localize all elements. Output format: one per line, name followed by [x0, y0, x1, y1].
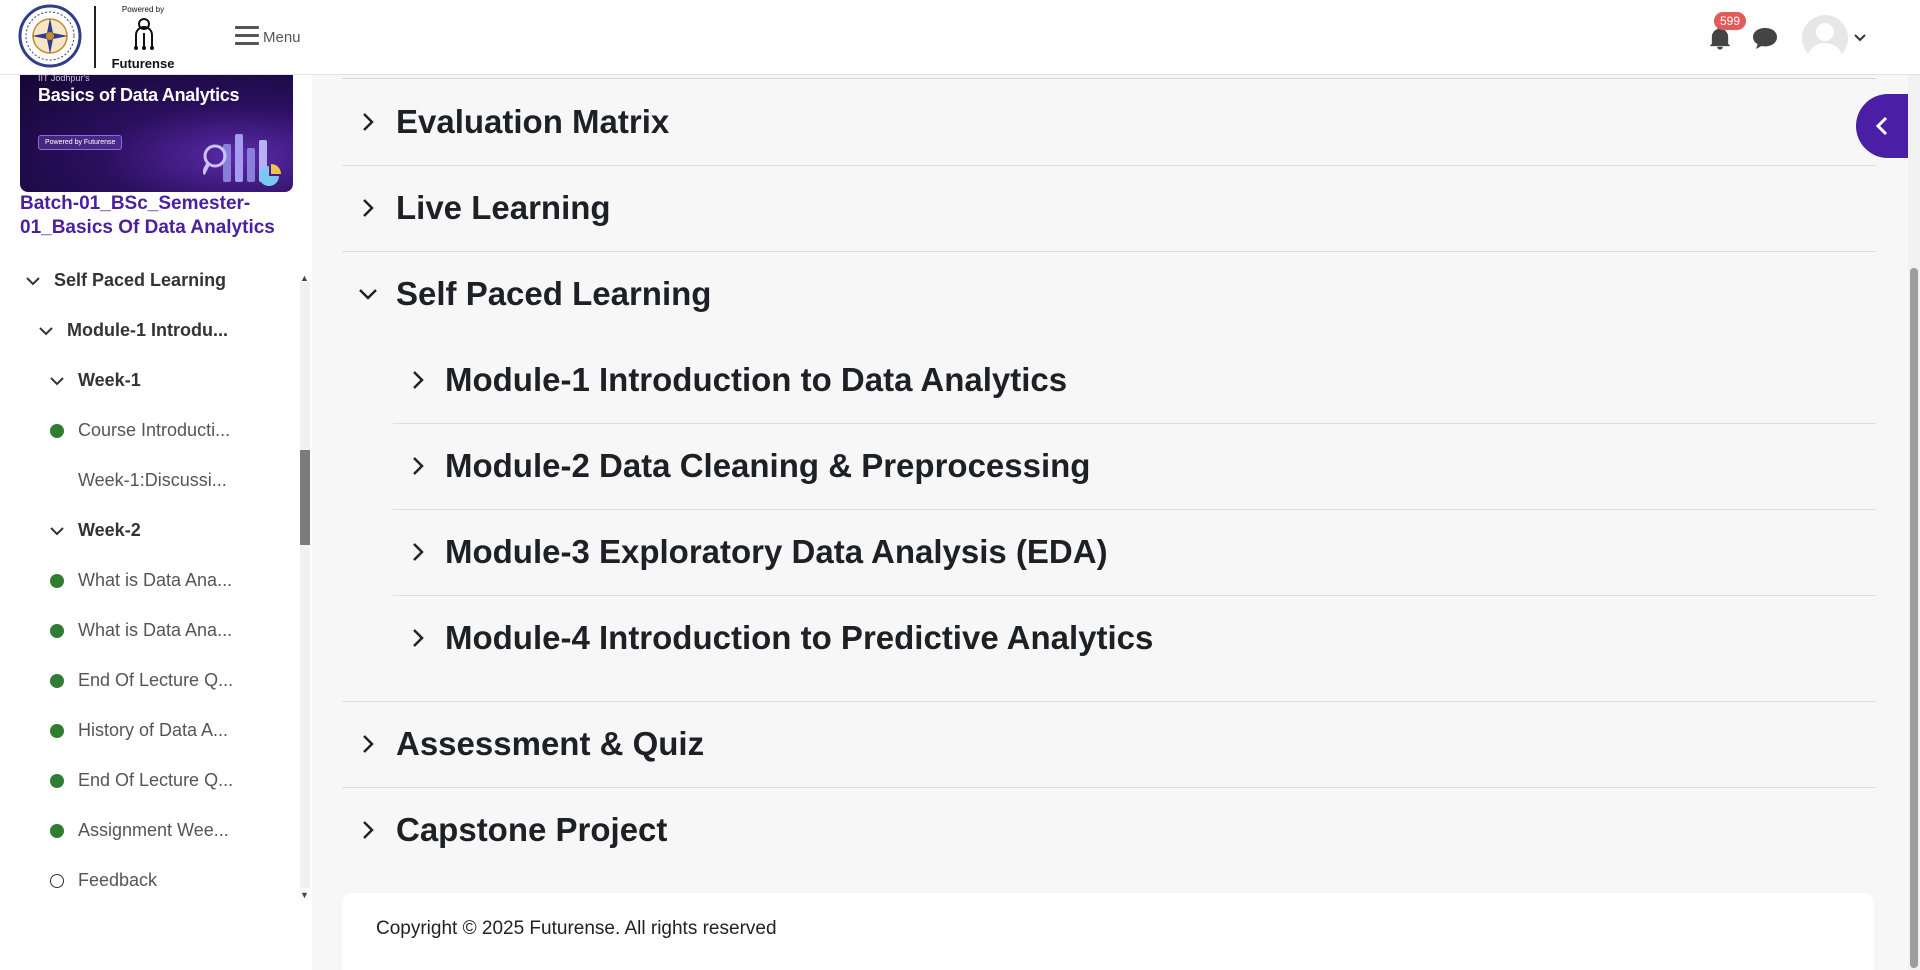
banner-kicker: IIT Jodhpur's: [38, 75, 90, 83]
futurense-mark-icon: [134, 18, 154, 50]
sidebar-item-label: Self Paced Learning: [54, 270, 227, 290]
menu-label: Menu: [263, 28, 301, 46]
chevron-down-icon[interactable]: [39, 326, 53, 336]
sidebar-item-week-1[interactable]: Week-1: [50, 370, 141, 391]
user-silhouette-icon: [1807, 23, 1843, 61]
sidebar-item-label: Week-2: [78, 520, 141, 540]
sidebar-item-label: Feedback: [78, 870, 158, 890]
module-title: Module-4 Introduction to Predictive Anal…: [445, 619, 1154, 656]
sidebar-item-week-1-discussion[interactable]: Week-1:Discussi...: [78, 470, 227, 491]
sidebar-item-what-is-data-analytics-1[interactable]: What is Data Ana...: [50, 570, 232, 591]
scroll-down-arrow-icon[interactable]: ▼: [300, 890, 309, 900]
messages-button[interactable]: [1751, 26, 1779, 50]
sidebar-item-label: Module-1 Introdu...: [67, 320, 228, 340]
page-footer: Copyright © 2025 Futurense. All rights r…: [342, 893, 1874, 970]
sidebar-item-week-2[interactable]: Week-2: [50, 520, 141, 541]
module-4-predictive-analytics[interactable]: Module-4 Introduction to Predictive Anal…: [393, 595, 1876, 681]
banner-title: Basics of Data Analytics: [38, 85, 240, 105]
sidebar-item-history-of-data-analytics[interactable]: History of Data A...: [50, 720, 228, 741]
sidebar-item-label: End Of Lecture Q...: [78, 670, 234, 690]
top-navbar: Powered by Futurense Menu 599: [0, 0, 1920, 75]
analytics-chart-icon: [203, 134, 281, 186]
course-title-link[interactable]: Batch-01_BSc_Semester-01_Basics Of Data …: [20, 192, 300, 240]
sidebar-item-label: History of Data A...: [78, 720, 229, 740]
completed-dot-icon: [50, 773, 64, 788]
chevron-down-icon[interactable]: [50, 376, 64, 386]
chevron-right-icon[interactable]: [407, 628, 429, 648]
sidebar-item-label: Assignment Wee...: [78, 820, 229, 840]
completed-dot-icon: [50, 673, 64, 688]
completed-dot-icon: [50, 623, 64, 638]
institute-logo[interactable]: [18, 4, 82, 68]
section-title: Capstone Project: [396, 811, 668, 848]
section-live-learning[interactable]: Live Learning: [342, 165, 1876, 251]
section-capstone-project[interactable]: Capstone Project: [342, 787, 1876, 873]
sidebar-item-module-1[interactable]: Module-1 Introdu...: [39, 320, 228, 341]
chevron-right-icon[interactable]: [407, 370, 429, 390]
chevron-down-icon[interactable]: [50, 526, 64, 536]
chevron-right-icon[interactable]: [356, 112, 380, 132]
copyright-text: Copyright © 2025 Futurense. All rights r…: [376, 918, 777, 939]
hamburger-icon: [235, 21, 259, 50]
chat-bubble-icon: [1753, 28, 1777, 49]
sidebar-item-label: Course Introducti...: [78, 420, 231, 440]
page-scrollbar-thumb[interactable]: [1910, 268, 1918, 968]
sidebar-item-label: Week-1:Discussi...: [78, 470, 227, 490]
sidebar-item-course-introduction[interactable]: Course Introducti...: [50, 420, 230, 441]
module-title: Module-2 Data Cleaning & Preprocessing: [445, 447, 1091, 484]
module-1-introduction-to-data-analytics[interactable]: Module-1 Introduction to Data Analytics: [393, 337, 1876, 423]
chevron-right-icon[interactable]: [407, 456, 429, 476]
chevron-down-icon[interactable]: [356, 288, 380, 300]
scroll-up-arrow-icon[interactable]: ▲: [300, 273, 309, 283]
logo-divider: [94, 6, 96, 68]
banner-pill: Powered by Futurense: [38, 135, 123, 150]
chevron-right-icon[interactable]: [356, 198, 380, 218]
sidebar-scrollbar-track[interactable]: [300, 282, 310, 888]
section-title: Assessment & Quiz: [396, 725, 705, 762]
sidebar-item-label: Week-1: [78, 370, 141, 390]
chevron-right-icon[interactable]: [356, 820, 380, 840]
section-title: Self Paced Learning: [396, 275, 712, 312]
sidebar-item-self-paced-learning[interactable]: Self Paced Learning: [26, 270, 226, 291]
course-banner-image: IIT Jodhpur's Basics of Data Analytics P…: [20, 75, 293, 192]
powered-by-text: Powered by: [121, 5, 165, 14]
sidebar-item-label: What is Data Ana...: [78, 620, 233, 640]
chevron-left-icon: [1875, 116, 1888, 136]
module-title: Module-1 Introduction to Data Analytics: [445, 361, 1068, 398]
section-evaluation-matrix[interactable]: Evaluation Matrix: [342, 79, 1876, 165]
section-self-paced-learning[interactable]: Self Paced Learning: [342, 251, 1876, 337]
completed-dot-icon: [50, 823, 64, 838]
notification-count-badge: 599: [1714, 12, 1747, 30]
sidebar-item-what-is-data-analytics-2[interactable]: What is Data Ana...: [50, 620, 232, 641]
sidebar-item-label: End Of Lecture Q...: [78, 770, 234, 790]
completed-dot-icon: [50, 423, 64, 438]
chevron-down-icon[interactable]: [1854, 30, 1866, 48]
sidebar-item-end-of-lecture-quiz-2[interactable]: End Of Lecture Q...: [50, 770, 233, 791]
section-assessment-quiz[interactable]: Assessment & Quiz: [342, 701, 1876, 787]
sidebar-item-label: What is Data Ana...: [78, 570, 233, 590]
sidebar-item-end-of-lecture-quiz-1[interactable]: End Of Lecture Q...: [50, 670, 233, 691]
section-title: Live Learning: [396, 189, 611, 226]
chevron-right-icon[interactable]: [356, 734, 380, 754]
incomplete-circle-icon: [50, 873, 64, 888]
module-title: Module-3 Exploratory Data Analysis (EDA): [445, 533, 1108, 570]
futurense-logo[interactable]: Powered by Futurense: [108, 5, 178, 71]
sidebar-scrollbar-thumb[interactable]: [300, 450, 310, 545]
chevron-right-icon[interactable]: [407, 542, 429, 562]
section-title: Evaluation Matrix: [396, 103, 670, 140]
sidebar-item-feedback[interactable]: Feedback: [50, 870, 157, 891]
brand-name: Futurense: [111, 56, 175, 71]
completed-dot-icon: [50, 573, 64, 588]
menu-button[interactable]: Menu: [235, 24, 301, 50]
module-2-data-cleaning[interactable]: Module-2 Data Cleaning & Preprocessing: [393, 423, 1876, 509]
sidebar-item-assignment-week[interactable]: Assignment Wee...: [50, 820, 229, 841]
user-avatar[interactable]: [1802, 15, 1848, 61]
completed-dot-icon: [50, 723, 64, 738]
chevron-down-icon[interactable]: [26, 276, 40, 286]
course-index-sidebar: IIT Jodhpur's Basics of Data Analytics P…: [0, 75, 312, 970]
module-3-exploratory-data-analysis[interactable]: Module-3 Exploratory Data Analysis (EDA): [393, 509, 1876, 595]
